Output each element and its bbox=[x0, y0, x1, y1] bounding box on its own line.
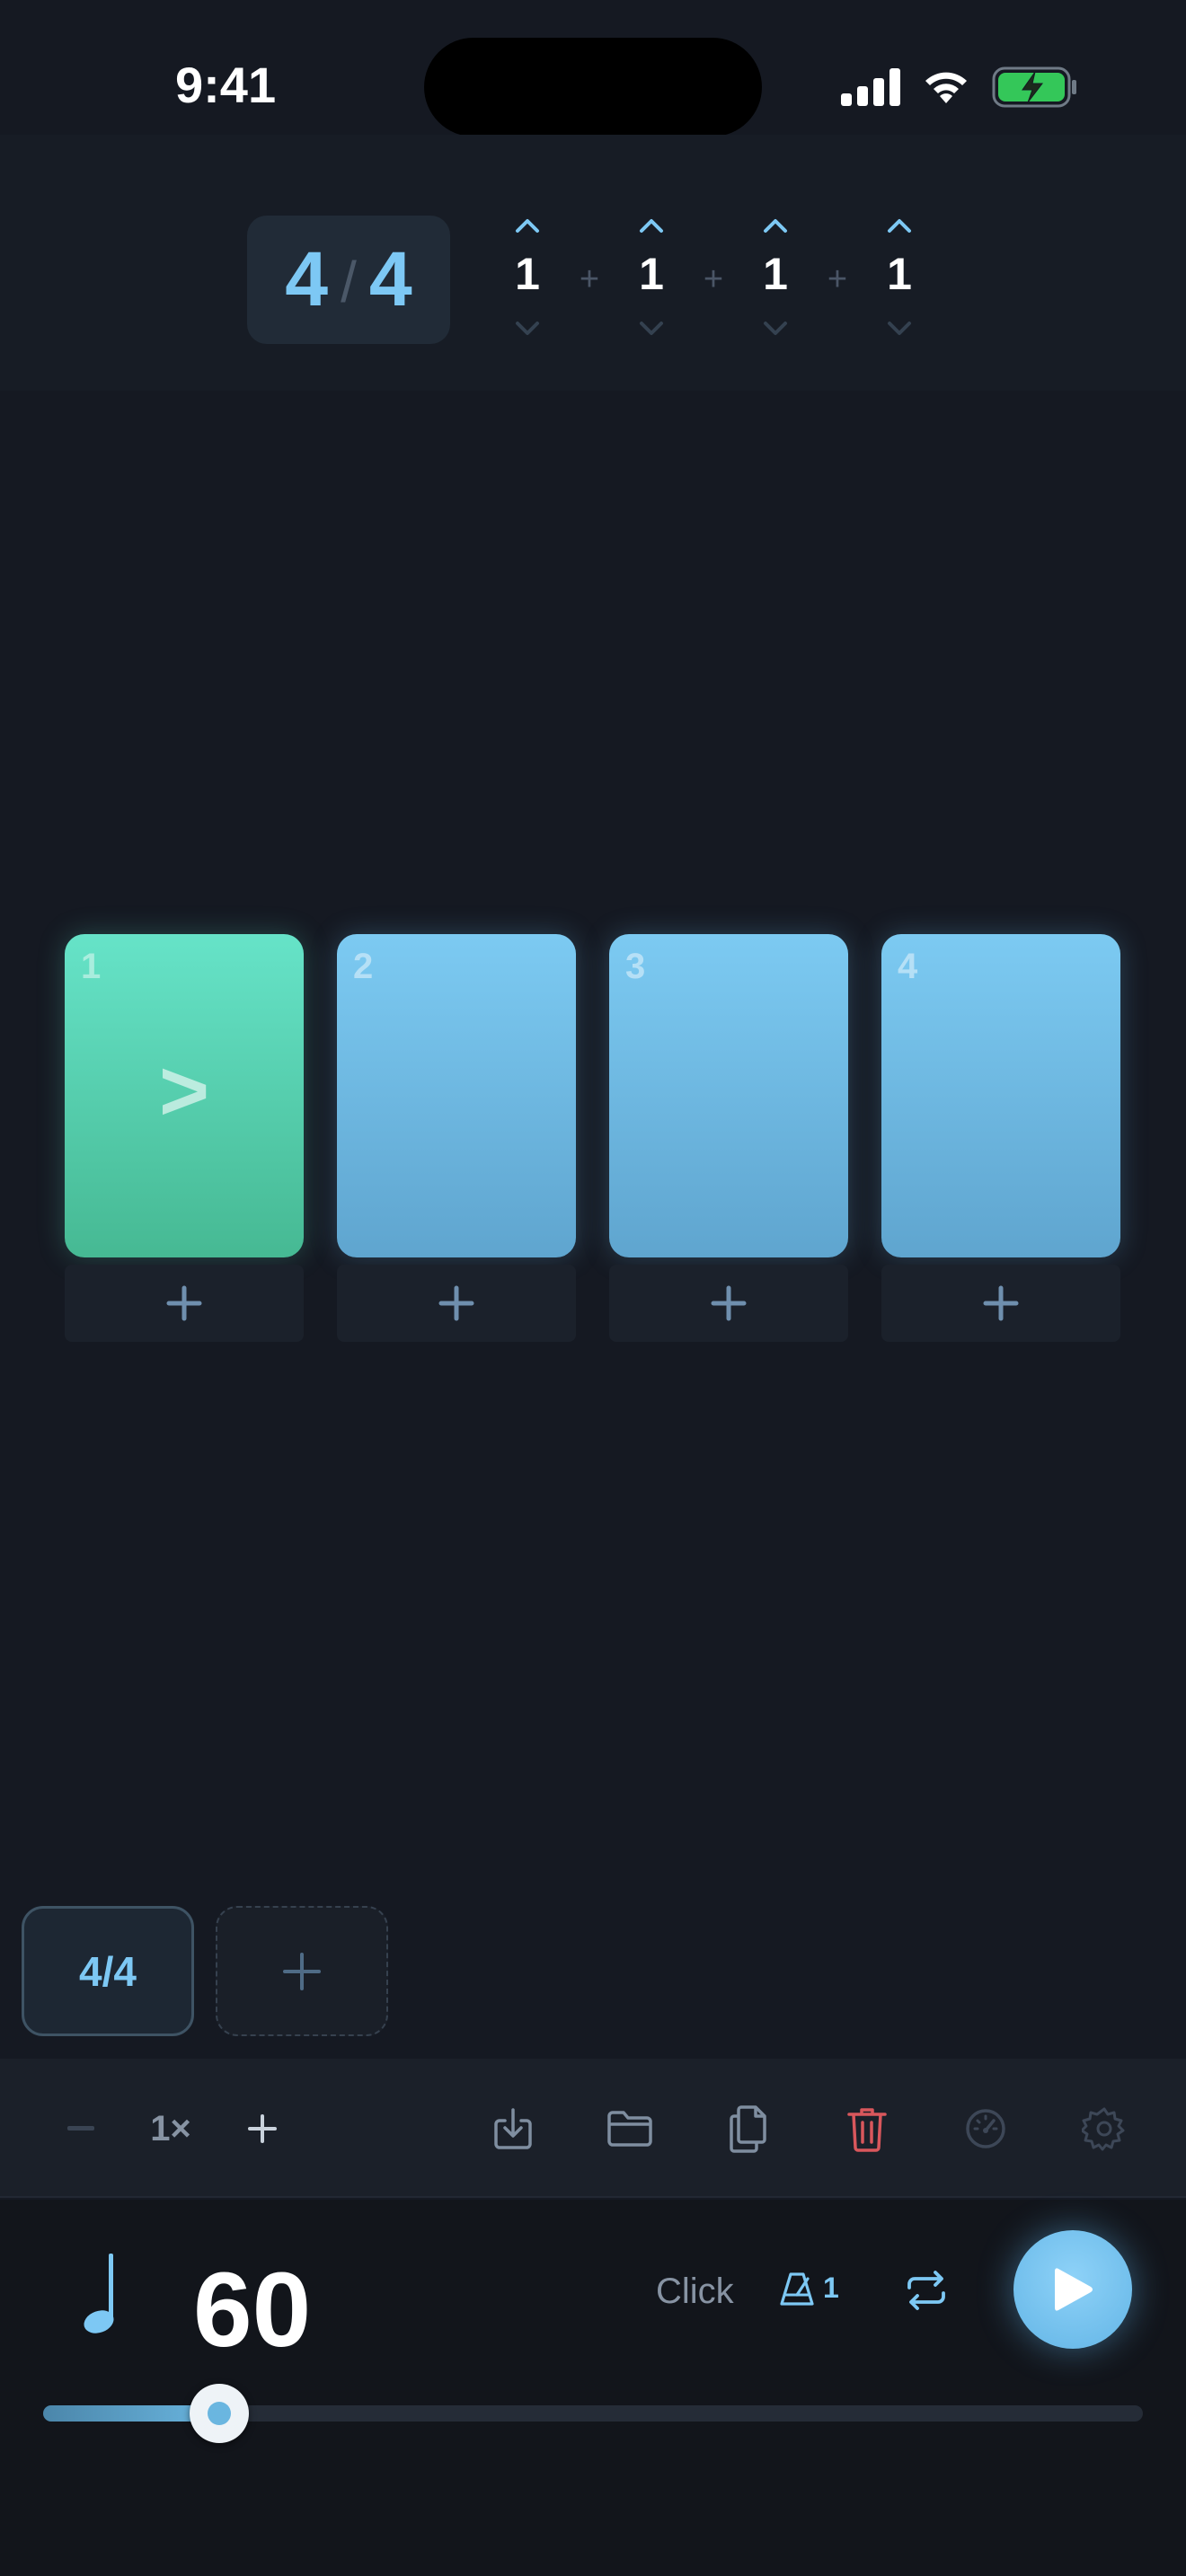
beat-number: 2 bbox=[353, 947, 374, 986]
play-button[interactable] bbox=[1013, 2230, 1132, 2349]
plus-icon bbox=[438, 1285, 474, 1321]
add-subdivision-button[interactable] bbox=[337, 1265, 576, 1342]
group-plus-separator: + bbox=[579, 260, 600, 298]
settings-button[interactable] bbox=[1075, 2099, 1134, 2158]
chevron-down-icon[interactable] bbox=[633, 314, 669, 341]
beat-card-4[interactable]: 4 bbox=[881, 934, 1120, 1257]
status-time: 9:41 bbox=[175, 57, 277, 113]
delete-button[interactable] bbox=[837, 2099, 897, 2158]
chevron-up-icon[interactable] bbox=[881, 212, 917, 239]
plus-icon bbox=[248, 2114, 277, 2143]
bpm-value[interactable]: 60 bbox=[193, 2249, 311, 2371]
beat-group-value: 1 bbox=[887, 249, 912, 299]
open-folder-button[interactable] bbox=[600, 2099, 659, 2158]
duplicate-icon bbox=[730, 2105, 766, 2153]
plus-icon bbox=[711, 1285, 747, 1321]
transport-panel: 60 Click 1 bbox=[0, 2200, 1186, 2576]
chevron-up-icon[interactable] bbox=[509, 212, 545, 239]
plus-icon bbox=[283, 1952, 321, 1990]
add-subdivision-button[interactable] bbox=[881, 1265, 1120, 1342]
beat-number: 3 bbox=[625, 947, 646, 986]
chevron-down-icon[interactable] bbox=[757, 314, 793, 341]
beat-group-value: 1 bbox=[515, 249, 540, 299]
add-measure-button[interactable] bbox=[216, 1906, 388, 2036]
beat-number: 4 bbox=[898, 947, 918, 986]
minus-icon bbox=[67, 2126, 94, 2130]
tempo-slider-thumb[interactable] bbox=[190, 2384, 249, 2443]
measure-chip[interactable]: 4/4 bbox=[22, 1906, 194, 2036]
beat-card-1[interactable]: 1 > bbox=[65, 934, 304, 1257]
metronome-icon[interactable] bbox=[778, 2272, 816, 2307]
import-icon bbox=[494, 2108, 532, 2149]
chevron-up-icon[interactable] bbox=[633, 212, 669, 239]
toolbar: 1× bbox=[0, 2059, 1186, 2198]
trash-icon bbox=[847, 2108, 887, 2152]
group-plus-separator: + bbox=[703, 260, 724, 298]
time-signature-button[interactable]: 4 / 4 bbox=[247, 216, 450, 344]
repeat-icon[interactable] bbox=[904, 2270, 949, 2311]
beat-number: 1 bbox=[81, 947, 102, 986]
time-signature-slash: / bbox=[341, 249, 357, 314]
time-signature-numerator: 4 bbox=[285, 236, 329, 322]
beat-group-2: 1 bbox=[615, 207, 687, 350]
beat-group-value: 1 bbox=[763, 249, 788, 299]
chevron-up-icon[interactable] bbox=[757, 212, 793, 239]
import-button[interactable] bbox=[483, 2099, 543, 2158]
status-icons bbox=[841, 65, 1078, 110]
accent-mark: > bbox=[158, 1043, 210, 1139]
wifi-icon bbox=[925, 72, 967, 103]
speed-multiplier: 1× bbox=[150, 2108, 191, 2148]
speed-increase-button[interactable] bbox=[237, 2099, 288, 2158]
tempo-slider[interactable] bbox=[43, 2384, 1143, 2443]
quarter-note-icon bbox=[84, 2254, 114, 2333]
metronome-screen: 9:41 4 / 4 1 + 1 + 1 + 1 1 > 2 3 4 4/4 1… bbox=[0, 0, 1186, 2576]
beat-group-4: 1 bbox=[863, 207, 935, 350]
time-signature-header: 4 / 4 1 + 1 + 1 + 1 bbox=[0, 135, 1186, 391]
slider-thumb-dot bbox=[208, 2402, 231, 2425]
plus-icon bbox=[983, 1285, 1019, 1321]
folder-icon bbox=[607, 2111, 652, 2147]
status-bar: 9:41 bbox=[0, 0, 1186, 137]
battery-charging-icon bbox=[992, 66, 1076, 108]
cellular-signal-icon bbox=[841, 68, 900, 106]
beat-group-value: 1 bbox=[639, 249, 664, 299]
beat-card-3[interactable]: 3 bbox=[609, 934, 848, 1257]
click-sound-button[interactable]: Click bbox=[656, 2272, 734, 2312]
add-subdivision-button[interactable] bbox=[609, 1265, 848, 1342]
plus-icon bbox=[166, 1285, 202, 1321]
gear-icon bbox=[1082, 2107, 1125, 2151]
play-icon bbox=[1055, 2268, 1093, 2311]
speedometer-icon bbox=[966, 2109, 1005, 2148]
group-plus-separator: + bbox=[827, 260, 848, 298]
add-subdivision-button[interactable] bbox=[65, 1265, 304, 1342]
chevron-down-icon[interactable] bbox=[509, 314, 545, 341]
time-signature-denominator: 4 bbox=[368, 236, 412, 322]
beat-group-1: 1 bbox=[491, 207, 563, 350]
chevron-down-icon[interactable] bbox=[881, 314, 917, 341]
speed-decrease-button[interactable] bbox=[56, 2099, 106, 2158]
beat-group-3: 1 bbox=[739, 207, 811, 350]
beat-card-2[interactable]: 2 bbox=[337, 934, 576, 1257]
metronome-count: 1 bbox=[823, 2272, 839, 2304]
dynamic-island bbox=[424, 38, 762, 137]
tempo-trainer-button[interactable] bbox=[956, 2099, 1015, 2158]
duplicate-button[interactable] bbox=[719, 2099, 778, 2158]
